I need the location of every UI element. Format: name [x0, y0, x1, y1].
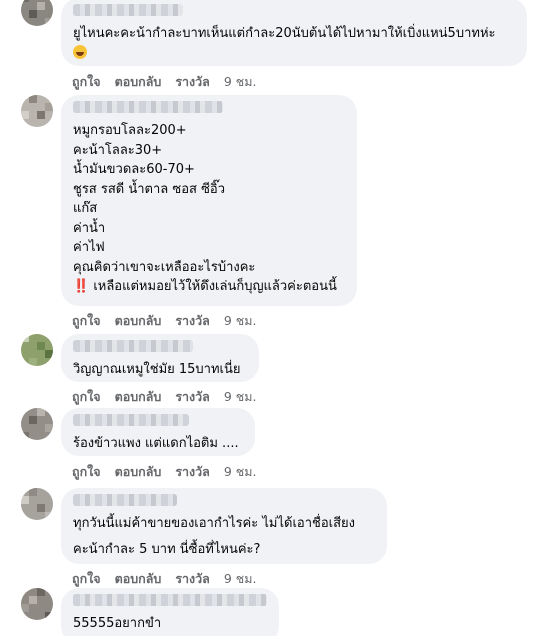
comment-text: 55555อยากขำ: [73, 616, 162, 631]
laughing-emoji-icon: [73, 44, 87, 59]
comment-text: ร้องข้าวแพง แต่แดกไอติม ....: [73, 436, 239, 451]
commenter-name-blurred[interactable]: [73, 494, 177, 506]
reply-button[interactable]: ตอบกลับ: [115, 462, 162, 482]
award-button[interactable]: รางวัล: [175, 387, 210, 407]
like-button[interactable]: ถูกใจ: [72, 387, 101, 407]
comment-bubble: หมูกรอบโลละ200+ คะน้าโลละ30+ น้ำมันขวดละ…: [61, 95, 357, 306]
award-button[interactable]: รางวัล: [175, 311, 210, 331]
comment-actions: ถูกใจ ตอบกลับ รางวัล 9 ชม.: [72, 311, 256, 331]
comment-bubble: ทุกวันนี้แม่ค้าขายของเอากำไรค่ะ ไม่ได้เอ…: [61, 488, 387, 564]
comment-line: หมูกรอบโลละ200+: [73, 123, 187, 138]
comment-bubble: 55555อยากขำ: [61, 588, 279, 636]
reply-button[interactable]: ตอบกลับ: [115, 72, 162, 92]
timestamp[interactable]: 9 ชม.: [224, 462, 257, 482]
reply-button[interactable]: ตอบกลับ: [115, 569, 162, 589]
comment-line: น้ำมันขวดละ60-70+: [73, 162, 195, 177]
timestamp[interactable]: 9 ชม.: [224, 72, 257, 92]
avatar[interactable]: [21, 0, 53, 26]
award-button[interactable]: รางวัล: [175, 569, 210, 589]
reply-button[interactable]: ตอบกลับ: [115, 311, 162, 331]
like-button[interactable]: ถูกใจ: [72, 72, 101, 92]
timestamp[interactable]: 9 ชม.: [224, 569, 257, 589]
comment-line: ค่าไฟ: [73, 240, 105, 255]
avatar[interactable]: [21, 95, 53, 127]
comment-line: ชูรส รสดี น้ำตาล ซอส ซีอิ๊ว: [73, 181, 226, 197]
avatar[interactable]: [21, 488, 53, 520]
commenter-name-blurred[interactable]: [73, 4, 183, 16]
commenter-name-blurred[interactable]: [73, 101, 223, 113]
comment-line: ทุกวันนี้แม่ค้าขายของเอากำไรค่ะ ไม่ได้เอ…: [73, 516, 355, 531]
commenter-name-blurred[interactable]: [73, 414, 189, 426]
timestamp[interactable]: 9 ชม.: [224, 387, 257, 407]
comment-line: แก๊ส: [73, 201, 98, 216]
comment-bubble: วิญญาณเหมูใช่มัย 15บาทเนี่ย: [61, 334, 259, 382]
timestamp[interactable]: 9 ชม.: [224, 311, 257, 331]
comment-actions: ถูกใจ ตอบกลับ รางวัล 9 ชม.: [72, 72, 256, 92]
comment-line: ค่าน้ำ: [73, 220, 106, 236]
like-button[interactable]: ถูกใจ: [72, 569, 101, 589]
like-button[interactable]: ถูกใจ: [72, 462, 101, 482]
comment-bubble: ยูไหนคะคะน้ากำละบาทเห็นแต่กำละ20นับต้นได…: [61, 0, 527, 66]
avatar[interactable]: [21, 588, 53, 620]
comment-text: วิญญาณเหมูใช่มัย 15บาทเนี่ย: [73, 362, 241, 377]
comment-line: คะน้ากำละ 5 บาท นี่ซื้อที่ไหนค่ะ?: [73, 541, 261, 557]
comment-line: ‼️ เหลือแต่หมอยไว้ให้ดึงเล่นก็บุญแล้วค่ะ…: [73, 279, 337, 294]
comment-line: คะน้าโลละ30+: [73, 142, 163, 158]
reply-button[interactable]: ตอบกลับ: [115, 387, 162, 407]
comment-line: คุณคิดว่าเขาจะเหลืออะไรบ้างคะ: [73, 259, 256, 275]
avatar[interactable]: [21, 408, 53, 440]
commenter-name-blurred[interactable]: [73, 340, 193, 352]
award-button[interactable]: รางวัล: [175, 72, 210, 92]
commenter-name-blurred[interactable]: [73, 594, 267, 606]
comment-actions: ถูกใจ ตอบกลับ รางวัล 9 ชม.: [72, 569, 256, 589]
avatar[interactable]: [21, 334, 53, 366]
award-button[interactable]: รางวัล: [175, 462, 210, 482]
comment-actions: ถูกใจ ตอบกลับ รางวัล 9 ชม.: [72, 387, 256, 407]
comment-text: ยูไหนคะคะน้ากำละบาทเห็นแต่กำละ20นับต้นได…: [73, 26, 496, 41]
comment-bubble: ร้องข้าวแพง แต่แดกไอติม ....: [61, 408, 255, 456]
comment-actions: ถูกใจ ตอบกลับ รางวัล 9 ชม.: [72, 462, 256, 482]
like-button[interactable]: ถูกใจ: [72, 311, 101, 331]
